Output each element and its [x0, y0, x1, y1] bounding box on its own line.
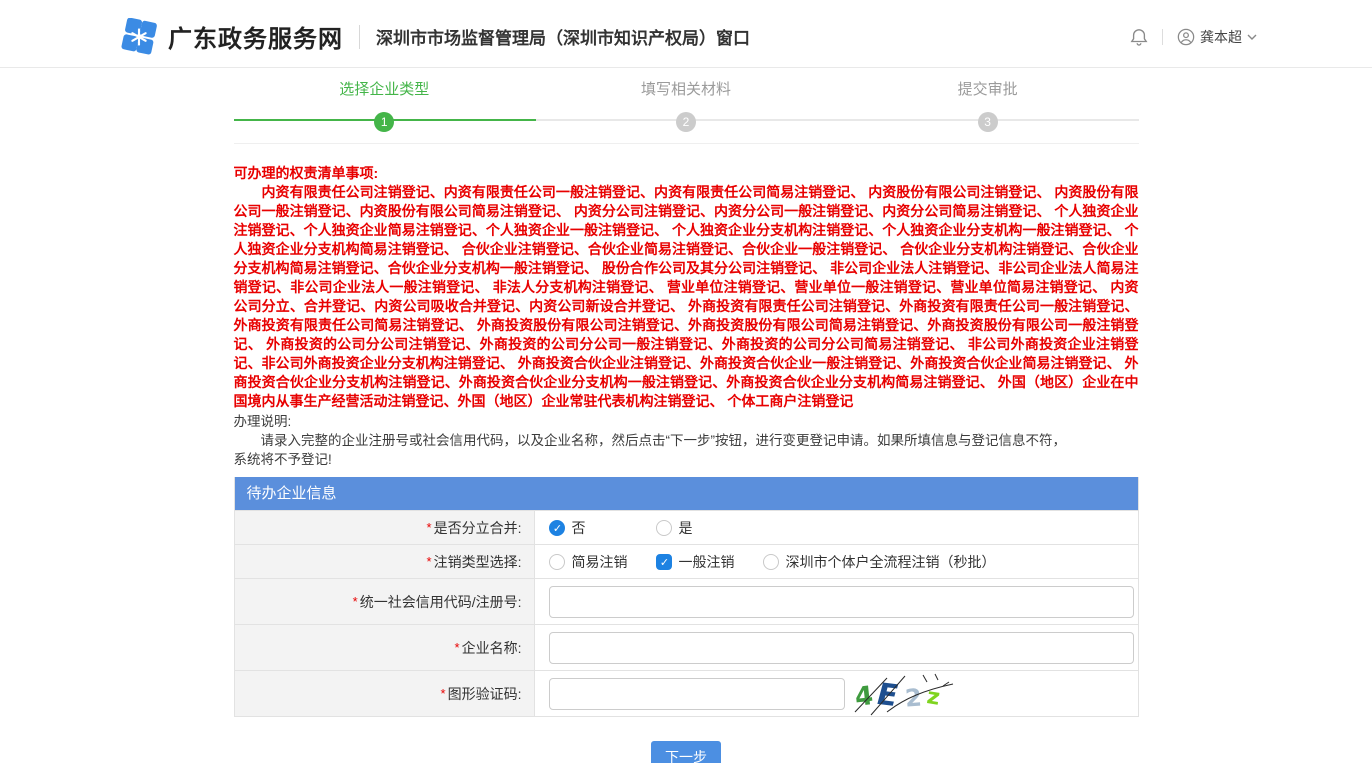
split-merge-label-text: 是否分立合并:: [434, 518, 522, 538]
company-name-input[interactable]: [549, 632, 1134, 664]
step-circle: 1: [374, 112, 394, 132]
radio-square-icon: [656, 554, 672, 570]
company-name-label-text: 企业名称:: [462, 638, 522, 658]
top-header: 广东政务服务网 深圳市市场监督管理局（深圳市知识产权局）窗口 龚本超: [0, 0, 1372, 68]
credit-code-label-text: 统一社会信用代码/注册号:: [360, 592, 522, 612]
brand-title: 广东政务服务网: [168, 19, 343, 54]
radio-split-merge-yes[interactable]: 是: [656, 518, 693, 538]
required-mark: *: [353, 594, 358, 609]
user-name: 龚本超: [1200, 27, 1242, 47]
credit-code-label: * 统一社会信用代码/注册号:: [235, 579, 535, 624]
required-mark: *: [427, 554, 432, 569]
header-small-divider: [1162, 29, 1163, 45]
chevron-down-icon: [1247, 34, 1257, 40]
radio-label: 简易注销: [572, 552, 628, 572]
radio-split-merge-no[interactable]: 否: [549, 518, 586, 538]
step-item-choose-type: 选择企业类型 1: [274, 78, 494, 132]
radio-simple-cancel[interactable]: 简易注销: [549, 552, 628, 572]
form-row-cancel-type: * 注销类型选择: 简易注销 一般注销 深圳市个体户全流程注销（秒批）: [235, 544, 1138, 578]
split-merge-label: * 是否分立合并:: [235, 511, 535, 544]
form-section-title: 待办企业信息: [235, 477, 1138, 510]
instruction-title: 办理说明:: [234, 412, 1139, 431]
step-item-fill-materials: 填写相关材料 2: [576, 78, 796, 132]
step-label: 填写相关材料: [576, 78, 796, 99]
radio-label: 是: [679, 518, 693, 538]
radio-circle-icon: [763, 554, 779, 570]
radio-label: 深圳市个体户全流程注销（秒批）: [786, 552, 996, 572]
instruction-line-2: 系统将不予登记!: [234, 450, 1139, 469]
form-row-captcha: * 图形验证码: 4 E 2 z: [235, 670, 1138, 716]
step-label: 选择企业类型: [274, 78, 494, 99]
required-mark: *: [455, 640, 460, 655]
radio-label: 否: [572, 518, 586, 538]
required-mark: *: [441, 686, 446, 701]
credit-code-input[interactable]: [549, 586, 1134, 618]
rights-list-body: 内资有限责任公司注销登记、内资有限责任公司一般注销登记、内资有限责任公司简易注销…: [234, 183, 1139, 411]
step-item-submit-approval: 提交审批 3: [878, 78, 1098, 132]
radio-circle-icon: [549, 554, 565, 570]
captcha-input[interactable]: [549, 678, 845, 710]
form-row-split-merge: * 是否分立合并: 否 是: [235, 510, 1138, 544]
captcha-image[interactable]: 4 E 2 z: [853, 672, 958, 716]
pending-company-form: 待办企业信息 * 是否分立合并: 否 是 * 注销类型选: [234, 477, 1139, 717]
gov-service-logo-icon: [120, 18, 158, 56]
radio-shenzhen-fullflow-cancel[interactable]: 深圳市个体户全流程注销（秒批）: [763, 552, 996, 572]
header-divider: [359, 25, 360, 49]
radio-circle-icon: [549, 520, 565, 536]
step-circle: 2: [676, 112, 696, 132]
user-avatar-icon: [1177, 28, 1195, 46]
instruction-line-1: 请录入完整的企业注册号或社会信用代码，以及企业名称，然后点击“下一步”按钮，进行…: [234, 431, 1139, 450]
captcha-label: * 图形验证码:: [235, 671, 535, 716]
window-title: 深圳市市场监督管理局（深圳市知识产权局）窗口: [376, 24, 750, 49]
radio-label: 一般注销: [679, 552, 735, 572]
form-row-company-name: * 企业名称:: [235, 624, 1138, 670]
rights-list-title: 可办理的权责清单事项:: [234, 164, 1139, 183]
radio-general-cancel[interactable]: 一般注销: [656, 552, 735, 572]
cancel-type-label: * 注销类型选择:: [235, 545, 535, 578]
captcha-noise-lines: [853, 672, 958, 716]
required-mark: *: [427, 520, 432, 535]
notice-block: 可办理的权责清单事项: 内资有限责任公司注销登记、内资有限责任公司一般注销登记、…: [234, 164, 1139, 469]
step-indicator: 选择企业类型 1 填写相关材料 2 提交审批 3: [234, 68, 1139, 144]
next-step-button[interactable]: 下一步: [651, 741, 721, 763]
notification-bell-icon[interactable]: [1130, 27, 1148, 47]
step-circle: 3: [978, 112, 998, 132]
cancel-type-label-text: 注销类型选择:: [434, 552, 522, 572]
user-menu[interactable]: 龚本超: [1177, 27, 1262, 47]
form-row-credit-code: * 统一社会信用代码/注册号:: [235, 578, 1138, 624]
step-label: 提交审批: [878, 78, 1098, 99]
radio-circle-icon: [656, 520, 672, 536]
company-name-label: * 企业名称:: [235, 625, 535, 670]
captcha-label-text: 图形验证码:: [448, 684, 522, 704]
